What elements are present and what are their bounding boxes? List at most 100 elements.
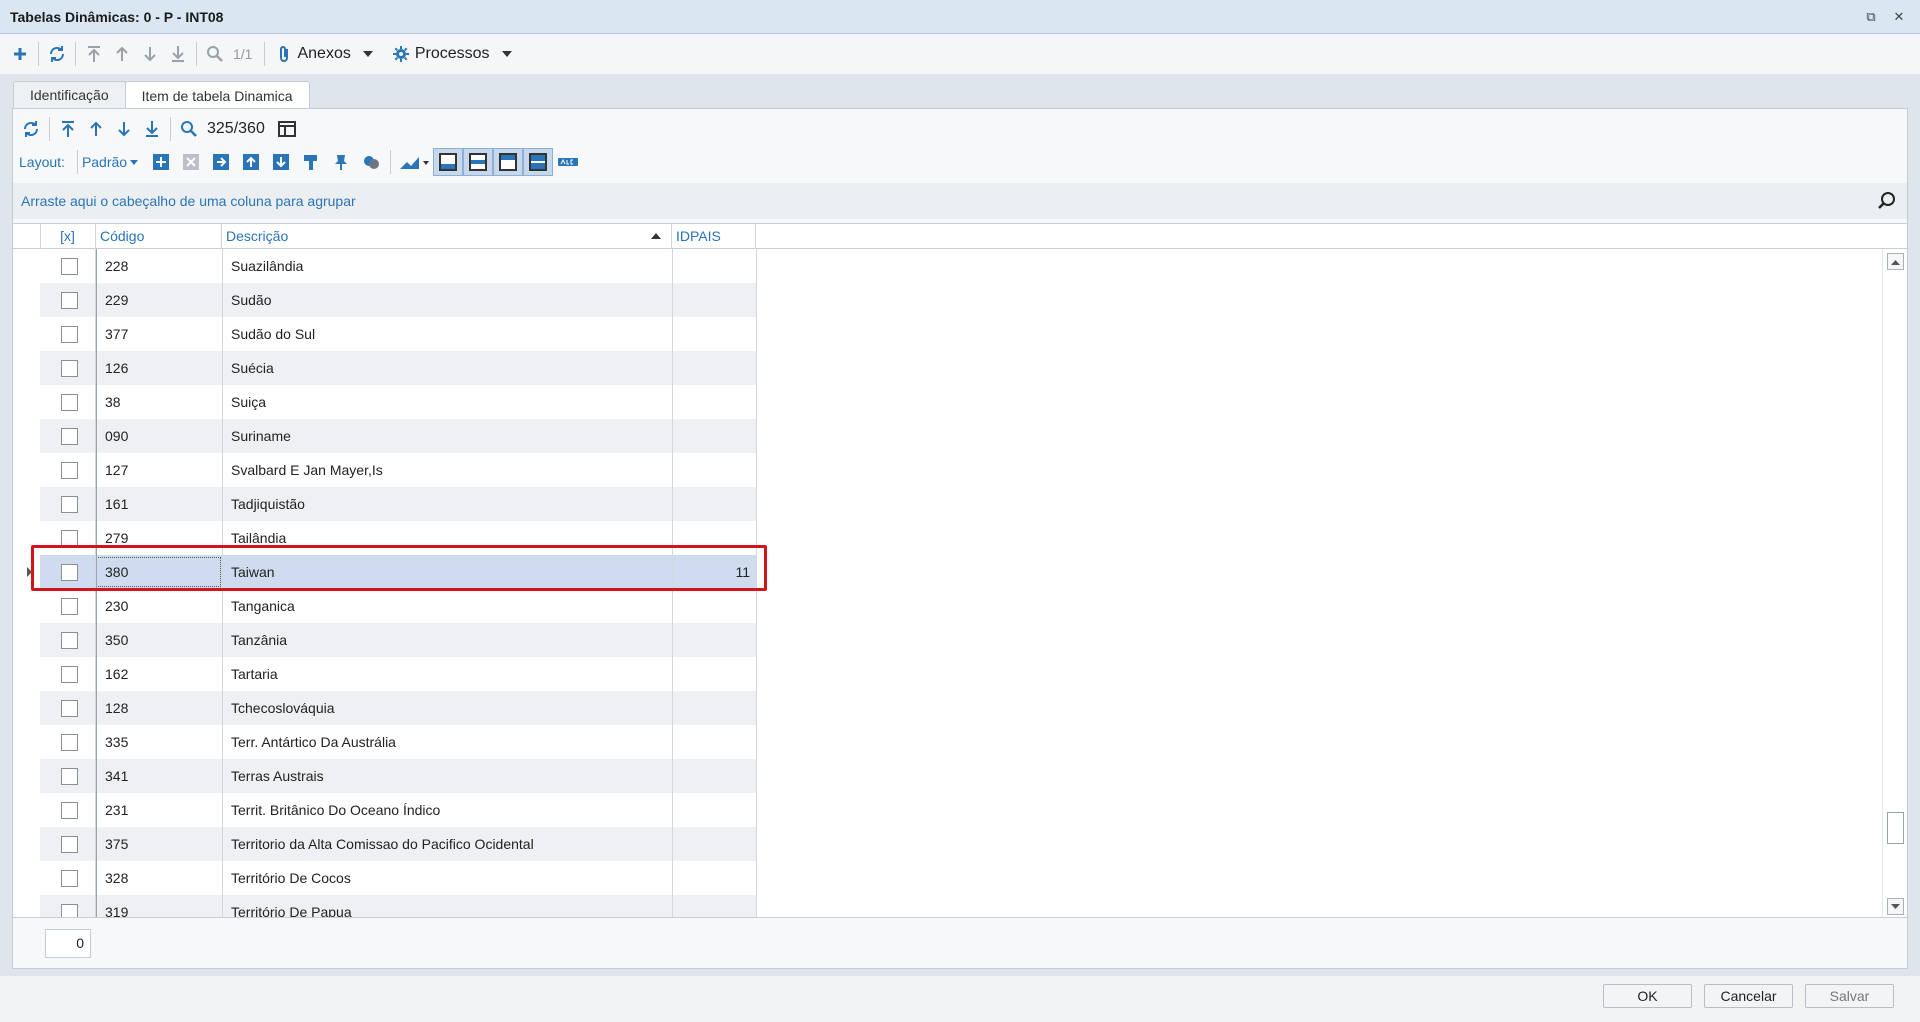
cell-description[interactable]: Território De Papua — [231, 895, 352, 917]
cell-code[interactable]: 230 — [105, 589, 128, 623]
row-checkbox[interactable] — [61, 598, 78, 615]
row-checkbox[interactable] — [61, 836, 78, 853]
cell-idpais[interactable] — [672, 657, 750, 691]
duplicate-row-icon[interactable] — [206, 148, 236, 176]
cell-description[interactable]: Terr. Antártico Da Austrália — [231, 725, 396, 759]
cell-description[interactable]: Territorio da Alta Comissao do Pacifico … — [231, 827, 534, 861]
move-up-icon[interactable] — [236, 148, 266, 176]
scroll-up-icon[interactable] — [1887, 253, 1904, 270]
scroll-down-icon[interactable] — [1887, 898, 1904, 915]
layout-top-icon[interactable] — [493, 148, 524, 176]
cell-idpais[interactable] — [672, 317, 750, 351]
cell-idpais[interactable] — [672, 623, 750, 657]
cell-idpais[interactable] — [672, 589, 750, 623]
cell-code[interactable]: 335 — [105, 725, 128, 759]
last-record-icon[interactable] — [138, 115, 166, 143]
tab-item-tabela-dinamica[interactable]: Item de tabela Dinamica — [124, 81, 310, 109]
previous-record-icon[interactable] — [82, 115, 110, 143]
row-checkbox[interactable] — [61, 428, 78, 445]
row-checkbox[interactable] — [61, 292, 78, 309]
table-row[interactable]: 230 Tanganica — [13, 589, 1883, 623]
table-row[interactable]: 335 Terr. Antártico Da Austrália — [13, 725, 1883, 759]
row-checkbox[interactable] — [61, 734, 78, 751]
cell-idpais[interactable] — [672, 249, 750, 283]
cell-description[interactable]: Suazilândia — [231, 249, 303, 283]
row-checkbox[interactable] — [61, 258, 78, 275]
table-row[interactable]: 128 Tchecoslováquia — [13, 691, 1883, 725]
cell-description[interactable]: Svalbard E Jan Mayer,Is — [231, 453, 383, 487]
cell-code[interactable]: 319 — [105, 895, 128, 917]
row-checkbox[interactable] — [61, 802, 78, 819]
search-icon[interactable] — [1877, 191, 1897, 214]
next-record-icon[interactable] — [136, 40, 164, 68]
cell-code[interactable]: 38 — [105, 385, 121, 419]
table-row[interactable]: 341 Terras Austrais — [13, 759, 1883, 793]
cell-code[interactable]: 161 — [105, 487, 128, 521]
cell-idpais[interactable] — [672, 895, 750, 917]
column-header-description[interactable]: Descrição — [222, 224, 672, 249]
delete-row-icon[interactable] — [176, 148, 206, 176]
cell-idpais[interactable] — [672, 385, 750, 419]
group-by-bar[interactable]: Arraste aqui o cabeçalho de uma coluna p… — [13, 183, 1907, 219]
cancel-button[interactable]: Cancelar — [1704, 984, 1793, 1008]
layout-middle-icon[interactable] — [463, 148, 494, 176]
cell-description[interactable]: Sudão — [231, 283, 271, 317]
cell-description[interactable]: Tartaria — [231, 657, 278, 691]
cell-code[interactable]: 328 — [105, 861, 128, 895]
cell-code[interactable]: 128 — [105, 691, 128, 725]
cell-idpais[interactable] — [672, 861, 750, 895]
cell-code[interactable]: 090 — [105, 419, 128, 453]
cell-code[interactable]: 341 — [105, 759, 128, 793]
restore-icon[interactable]: ⧉ — [1862, 8, 1880, 26]
search-icon[interactable] — [175, 115, 203, 143]
table-row[interactable]: 328 Território De Cocos — [13, 861, 1883, 895]
spellcheck-icon[interactable] — [553, 148, 583, 176]
cell-description[interactable]: Suiça — [231, 385, 266, 419]
move-down-icon[interactable] — [266, 148, 296, 176]
cell-idpais[interactable] — [672, 351, 750, 385]
close-icon[interactable]: ✕ — [1890, 8, 1908, 26]
add-icon[interactable] — [6, 40, 34, 68]
cell-description[interactable]: Sudão do Sul — [231, 317, 315, 351]
table-row[interactable]: 127 Svalbard E Jan Mayer,Is — [13, 453, 1883, 487]
row-checkbox[interactable] — [61, 700, 78, 717]
search-icon[interactable] — [201, 40, 229, 68]
row-checkbox[interactable] — [61, 632, 78, 649]
next-record-icon[interactable] — [110, 115, 138, 143]
cell-idpais[interactable] — [672, 725, 750, 759]
cell-idpais[interactable] — [672, 419, 750, 453]
vertical-scrollbar[interactable] — [1882, 249, 1907, 917]
cell-idpais[interactable] — [672, 793, 750, 827]
tab-identificacao[interactable]: Identificação — [13, 81, 126, 108]
cell-idpais[interactable] — [672, 453, 750, 487]
pin-icon[interactable] — [326, 148, 356, 176]
table-row[interactable]: 279 Tailândia — [13, 521, 1883, 555]
table-row[interactable]: 161 Tadjiquistão — [13, 487, 1883, 521]
first-record-icon[interactable] — [80, 40, 108, 68]
cell-description[interactable]: Tanganica — [231, 589, 295, 623]
cell-idpais[interactable] — [672, 283, 750, 317]
row-checkbox[interactable] — [61, 870, 78, 887]
row-checkbox[interactable] — [61, 530, 78, 547]
table-row[interactable]: 162 Tartaria — [13, 657, 1883, 691]
layout-bottom-icon[interactable] — [433, 148, 464, 176]
table-row[interactable]: 126 Suécia — [13, 351, 1883, 385]
table-row[interactable]: 228 Suazilândia — [13, 249, 1883, 283]
table-row[interactable]: 231 Territ. Britânico Do Oceano Índico — [13, 793, 1883, 827]
cell-description[interactable]: Território De Cocos — [231, 861, 351, 895]
first-record-icon[interactable] — [54, 115, 82, 143]
cell-description[interactable]: Terras Austrais — [231, 759, 324, 793]
cell-idpais[interactable]: 11 — [672, 555, 750, 589]
cell-code[interactable]: 162 — [105, 657, 128, 691]
column-header-idpais[interactable]: IDPAIS — [672, 224, 756, 249]
layout-dropdown[interactable]: Padrão — [82, 154, 139, 170]
save-button[interactable]: Salvar — [1805, 984, 1894, 1008]
table-row[interactable]: 375 Territorio da Alta Comissao do Pacifi… — [13, 827, 1883, 861]
cell-idpais[interactable] — [672, 521, 750, 555]
scroll-thumb[interactable] — [1887, 812, 1904, 844]
columns-icon[interactable] — [273, 115, 301, 143]
row-checkbox[interactable] — [61, 394, 78, 411]
cell-code[interactable]: 228 — [105, 249, 128, 283]
last-record-icon[interactable] — [164, 40, 192, 68]
refresh-icon[interactable] — [17, 115, 45, 143]
